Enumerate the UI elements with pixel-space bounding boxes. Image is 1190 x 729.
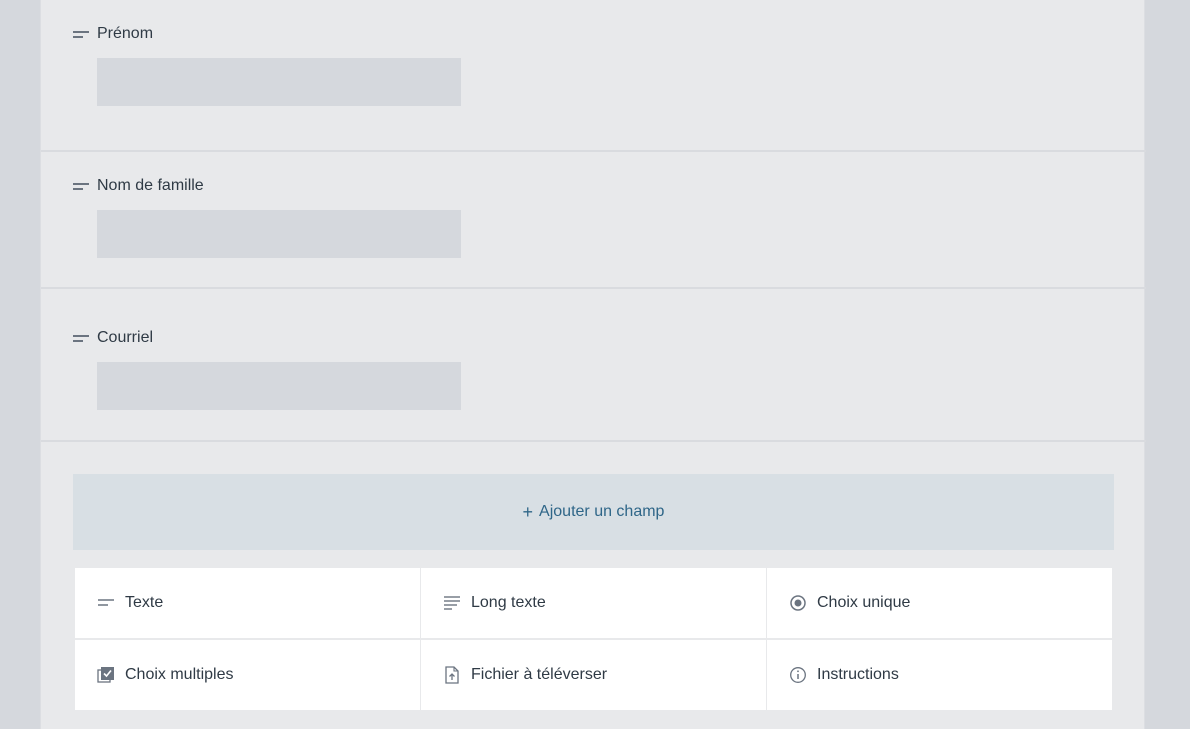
plus-icon: + bbox=[522, 501, 534, 522]
field-type-long-texte[interactable]: Long texte bbox=[421, 568, 766, 638]
field-type-texte[interactable]: Texte bbox=[75, 568, 420, 638]
field-label-row: Courriel bbox=[73, 328, 153, 348]
form-field-block-nom-de-famille[interactable]: Nom de famille bbox=[41, 136, 1146, 289]
field-type-choix-multiples[interactable]: Choix multiples bbox=[75, 640, 420, 710]
field-type-fichier[interactable]: Fichier à téléverser bbox=[421, 640, 766, 710]
field-label: Prénom bbox=[97, 25, 154, 42]
field-label: Nom de famille bbox=[97, 177, 204, 194]
field-type-label: Long texte bbox=[471, 594, 546, 611]
field-type-label: Texte bbox=[125, 594, 164, 611]
short-text-icon bbox=[73, 30, 89, 38]
short-text-icon bbox=[73, 182, 89, 190]
long-text-icon bbox=[443, 594, 461, 612]
short-text-icon bbox=[97, 594, 115, 612]
prenom-input[interactable] bbox=[97, 58, 461, 106]
checkbox-icon bbox=[97, 666, 115, 684]
field-type-label: Choix multiples bbox=[125, 666, 234, 683]
courriel-input[interactable] bbox=[97, 362, 461, 410]
field-type-label: Instructions bbox=[817, 666, 899, 683]
add-field-button[interactable]: + Ajouter un champ bbox=[73, 474, 1114, 550]
info-icon bbox=[789, 666, 807, 684]
field-label-row: Prénom bbox=[73, 24, 153, 44]
file-upload-icon bbox=[443, 666, 461, 684]
radio-icon bbox=[789, 594, 807, 612]
form-editor-panel: Prénom Nom de famille Courriel + Ajouter… bbox=[40, 0, 1146, 729]
field-label-row: Nom de famille bbox=[73, 176, 204, 196]
nom-de-famille-input[interactable] bbox=[97, 210, 461, 258]
field-label: Courriel bbox=[97, 329, 154, 346]
field-type-choix-unique[interactable]: Choix unique bbox=[767, 568, 1112, 638]
field-type-label: Choix unique bbox=[817, 594, 911, 611]
field-type-instructions[interactable]: Instructions bbox=[767, 640, 1112, 710]
form-field-block-courriel[interactable]: Courriel bbox=[41, 288, 1146, 442]
short-text-icon bbox=[73, 334, 89, 342]
field-type-label: Fichier à téléverser bbox=[471, 666, 608, 683]
add-field-label: Ajouter un champ bbox=[539, 503, 665, 520]
form-field-block-prenom[interactable]: Prénom bbox=[41, 0, 1146, 152]
field-type-grid: Texte Long texte Choix unique Choix mult… bbox=[75, 568, 1112, 710]
